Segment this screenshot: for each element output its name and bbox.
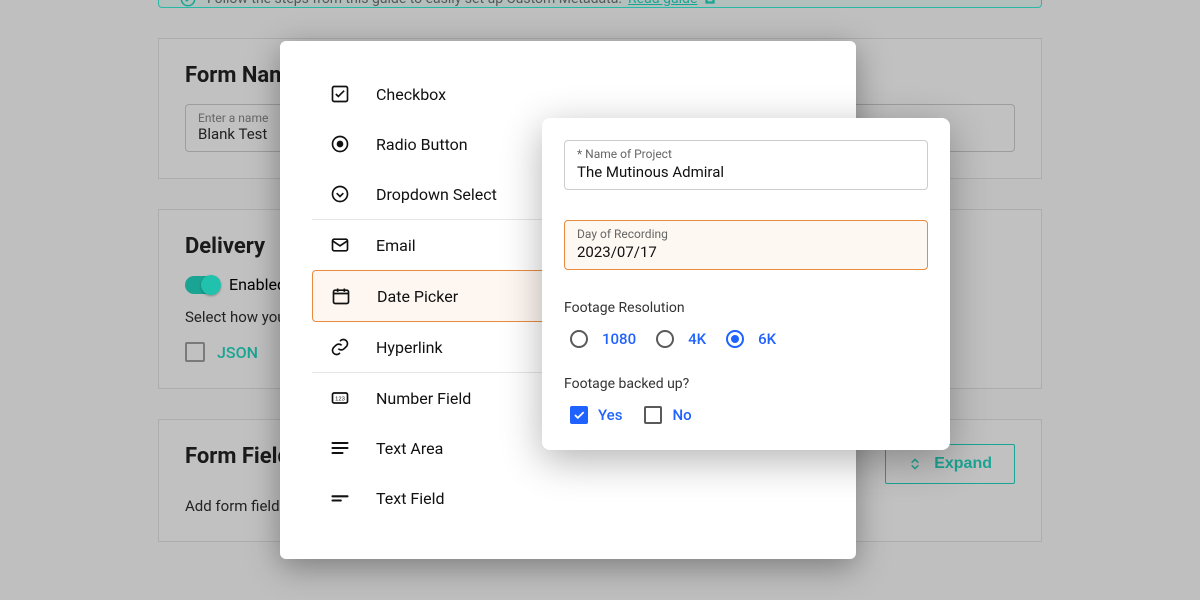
radio-icon [330, 134, 350, 154]
dropdown-icon [330, 184, 350, 204]
external-link-icon [703, 0, 717, 6]
json-label: JSON [217, 343, 258, 362]
info-link[interactable]: Read guide [628, 0, 727, 7]
backup-checkbox-group: Yes No [564, 406, 928, 424]
check-circle-icon [179, 0, 197, 8]
toggle-label: Enabled [229, 275, 286, 294]
link-icon [330, 337, 350, 357]
recording-date-label: Day of Recording [577, 227, 915, 241]
delivery-toggle[interactable] [185, 276, 219, 294]
radio-1080-label: 1080 [602, 330, 636, 348]
radio-4k-label: 4K [688, 330, 706, 348]
textarea-icon [330, 438, 350, 458]
project-name-label: * Name of Project [577, 147, 915, 161]
checkbox-yes[interactable] [570, 406, 588, 424]
textfield-icon [330, 488, 350, 508]
info-text: Follow the steps from this guide to easi… [207, 0, 622, 7]
recording-date-value: 2023/07/17 [577, 243, 915, 261]
radio-6k[interactable] [726, 330, 744, 348]
checkbox-icon [330, 84, 350, 104]
resolution-radio-group: 1080 4K 6K [564, 330, 928, 348]
radio-6k-label: 6K [758, 330, 776, 348]
menu-item-checkbox[interactable]: Checkbox [312, 69, 824, 119]
radio-4k[interactable] [656, 330, 674, 348]
menu-item-textfield[interactable]: Text Field [312, 473, 824, 523]
json-checkbox[interactable] [185, 342, 205, 362]
email-icon [330, 235, 350, 255]
number-icon: 123 [330, 388, 350, 408]
resolution-label: Footage Resolution [564, 300, 928, 316]
checkbox-no-label: No [672, 406, 691, 424]
info-banner: Follow the steps from this guide to easi… [158, 0, 1042, 8]
checkbox-yes-label: Yes [598, 406, 622, 424]
expand-button[interactable]: Expand [885, 444, 1015, 484]
checkbox-no[interactable] [644, 406, 662, 424]
calendar-icon [331, 286, 351, 306]
project-name-value: The Mutinous Admiral [577, 163, 915, 181]
backup-label: Footage backed up? [564, 376, 928, 392]
recording-date-field[interactable]: Day of Recording 2023/07/17 [564, 220, 928, 270]
svg-text:123: 123 [335, 397, 345, 403]
preview-panel: * Name of Project The Mutinous Admiral D… [542, 118, 950, 450]
project-name-field[interactable]: * Name of Project The Mutinous Admiral [564, 140, 928, 190]
check-icon [572, 408, 586, 422]
radio-1080[interactable] [570, 330, 588, 348]
chevron-expand-icon [908, 455, 922, 473]
